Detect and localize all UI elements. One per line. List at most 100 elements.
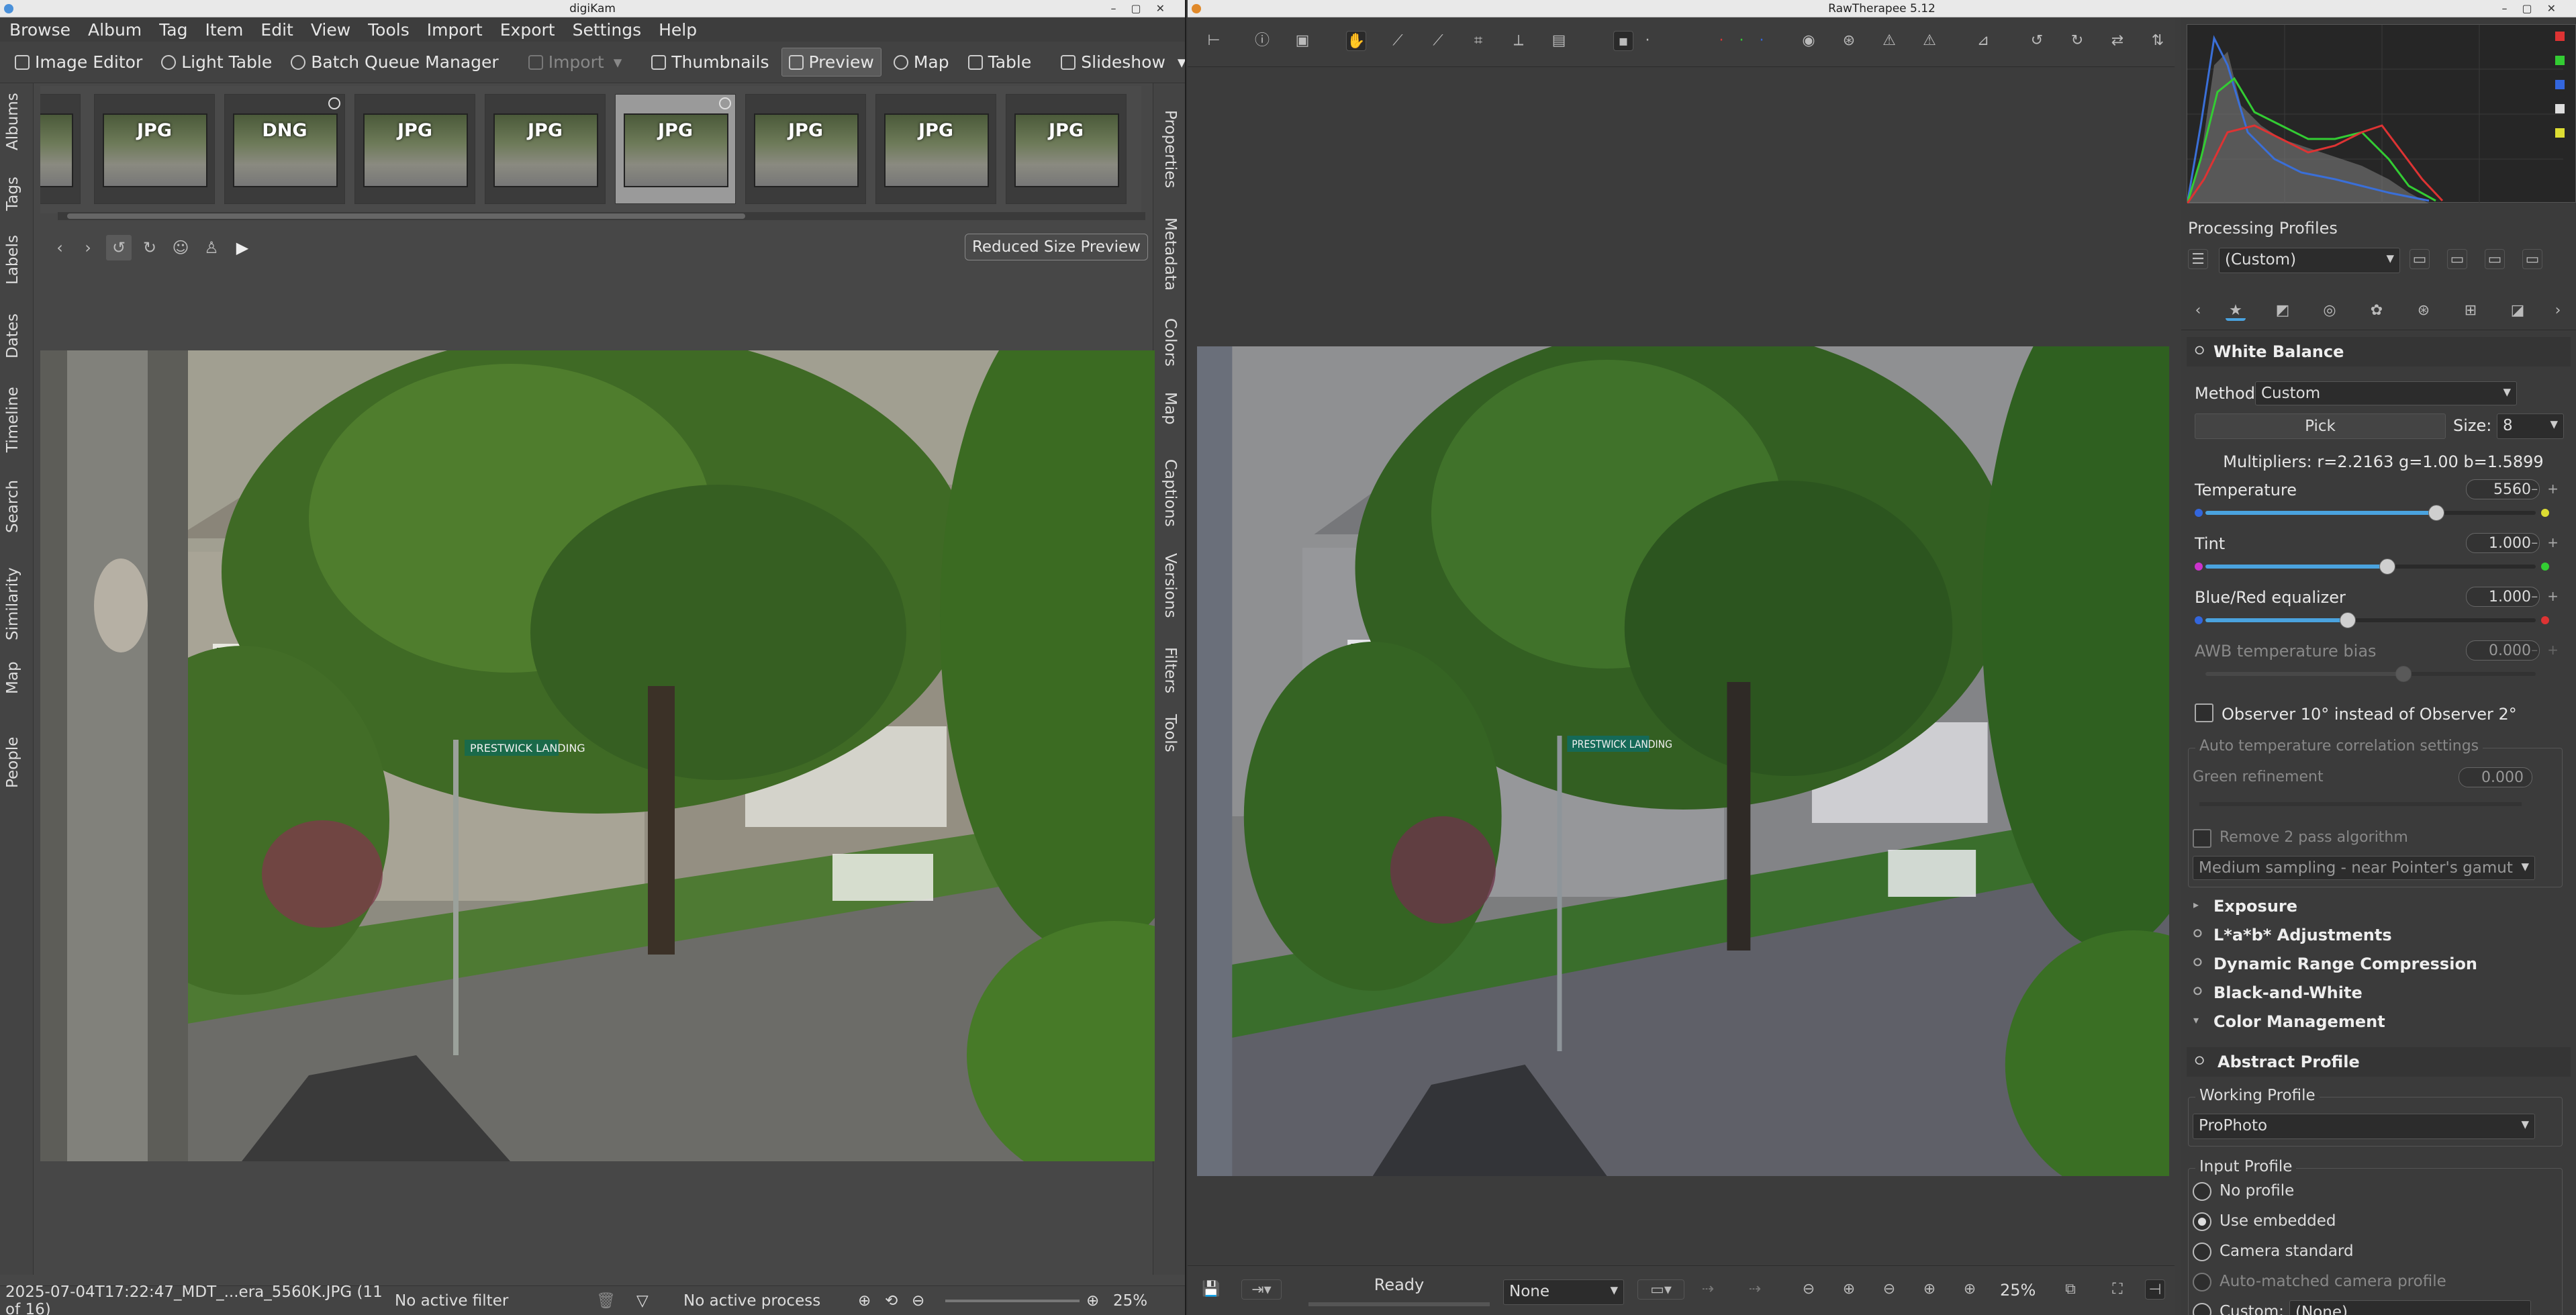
camera-standard-radio[interactable]: [2193, 1243, 2211, 1261]
tab-versions[interactable]: Versions: [1161, 553, 1179, 618]
hide-panel-icon[interactable]: ⊣: [2145, 1279, 2165, 1300]
queue-icon[interactable]: ⇥▾: [1241, 1279, 1282, 1300]
preview-mode-icon[interactable]: ▪: [1613, 31, 1633, 51]
import-button[interactable]: Import ▾: [522, 48, 629, 76]
tab-raw-icon[interactable]: ◪: [2508, 301, 2528, 321]
menu-item[interactable]: Item: [205, 20, 243, 40]
lab-section[interactable]: ⭘ L*a*b* Adjustments: [2187, 926, 2571, 955]
zoom-fit-icon[interactable]: ⊕: [858, 1292, 885, 1310]
thumbnail[interactable]: [40, 94, 81, 204]
focus-mask-icon[interactable]: ◉: [1799, 31, 1819, 51]
tab-dates[interactable]: Dates: [4, 313, 21, 358]
histogram-toggle-icon[interactable]: ⊿: [1973, 31, 1993, 51]
slider-knob[interactable]: [2395, 666, 2412, 682]
zoom-in-icon[interactable]: ⊕: [1086, 1292, 1113, 1310]
thumbnail[interactable]: JPG: [745, 94, 866, 204]
copy-profile-icon[interactable]: ▭: [2485, 249, 2505, 269]
auto-matched-radio[interactable]: [2193, 1273, 2211, 1292]
power-icon[interactable]: ⭘: [2195, 344, 2204, 358]
thumbnail[interactable]: JPG: [1006, 94, 1127, 204]
color-picker-icon[interactable]: ⟋: [1428, 31, 1448, 51]
table-button[interactable]: Table: [961, 48, 1039, 76]
blue-red-stepper[interactable]: –+: [2531, 588, 2568, 604]
green-channel-icon[interactable]: ·: [1731, 31, 1752, 51]
tab-map-right[interactable]: Map: [1161, 392, 1179, 425]
rotate-right-icon[interactable]: ↻: [137, 235, 162, 260]
color-management-section[interactable]: ▾ Color Management: [2187, 1012, 2571, 1041]
green-toggle-icon[interactable]: [2555, 56, 2565, 65]
flip-icon[interactable]: ⇄: [2107, 31, 2128, 51]
thumbnails-button[interactable]: Thumbnails: [645, 48, 775, 76]
fullscreen-icon[interactable]: ⛶: [2107, 1279, 2128, 1300]
info-icon[interactable]: ⓘ: [1252, 31, 1272, 51]
sharpen-mask-icon[interactable]: ⊛: [1839, 31, 1859, 51]
batch-queue-button[interactable]: Batch Queue Manager: [284, 48, 505, 76]
reduced-size-preview-button[interactable]: Reduced Size Preview: [964, 234, 1148, 260]
tab-exposure-icon[interactable]: ◩: [2273, 301, 2293, 321]
blue-red-slider[interactable]: [2205, 612, 2536, 628]
awb-bias-value[interactable]: 0.000: [2466, 640, 2540, 661]
menu-help[interactable]: Help: [659, 20, 697, 40]
save-icon[interactable]: 💾: [1201, 1279, 1221, 1300]
tab-people[interactable]: People: [4, 737, 21, 788]
clip-shadow-icon[interactable]: ⚠: [1879, 31, 1899, 51]
tab-search[interactable]: Search: [4, 480, 21, 533]
thumbnail-selected[interactable]: JPG: [615, 94, 736, 204]
zoom-reset-icon[interactable]: ⟲: [885, 1292, 912, 1310]
thumbnail[interactable]: JPG: [875, 94, 996, 204]
zoom-crop-icon[interactable]: ⊕: [1960, 1279, 1980, 1300]
luminance-toggle-icon[interactable]: [2555, 104, 2565, 113]
trash-icon[interactable]: 🗑: [596, 1292, 636, 1310]
tint-slider[interactable]: [2205, 558, 2536, 575]
thumbnail[interactable]: JPG: [354, 94, 475, 204]
abstract-profile-header[interactable]: ⭘ Abstract Profile: [2187, 1047, 2571, 1077]
zoom-in-icon[interactable]: ⊕: [1839, 1279, 1859, 1300]
previous-icon[interactable]: ‹: [47, 235, 73, 260]
thumbnail[interactable]: JPG: [94, 94, 215, 204]
tab-labels[interactable]: Labels: [4, 235, 21, 285]
tab-transform-icon[interactable]: ⊞: [2461, 301, 2481, 321]
custom-profile-select[interactable]: (None): [2289, 1300, 2531, 1315]
chroma-toggle-icon[interactable]: [2555, 128, 2565, 138]
sampling-select[interactable]: Medium sampling - near Pointer's gamut ▾: [2193, 856, 2535, 880]
custom-radio[interactable]: [2193, 1303, 2211, 1315]
map-button[interactable]: Map: [887, 48, 956, 76]
straighten-icon[interactable]: ⟂: [1509, 31, 1529, 51]
power-icon[interactable]: ⭘: [2193, 956, 2202, 969]
window-controls[interactable]: –▢✕: [2501, 0, 2571, 17]
face-tag-icon[interactable]: ☺: [168, 235, 193, 260]
slider-knob[interactable]: [2379, 558, 2395, 575]
zoom-out-icon[interactable]: ⊖: [1799, 1279, 1819, 1300]
menu-browse[interactable]: Browse: [9, 20, 70, 40]
send-to-editor-icon[interactable]: ⇢: [1698, 1279, 1718, 1300]
add-face-icon[interactable]: ♙: [199, 235, 224, 260]
clip-highlight-icon[interactable]: ⚠: [1919, 31, 1940, 51]
tab-tags[interactable]: Tags: [4, 177, 21, 211]
save-profile-icon[interactable]: ▭: [2447, 249, 2467, 269]
thumbnail[interactable]: JPG: [485, 94, 606, 204]
preview-r-icon[interactable]: ·: [1637, 31, 1658, 51]
hide-filmstrip-icon[interactable]: ⊢: [1204, 31, 1224, 51]
hand-tool-icon[interactable]: ✋: [1346, 31, 1366, 51]
menu-import[interactable]: Import: [427, 20, 483, 40]
power-icon[interactable]: ⭘: [2195, 1054, 2204, 1068]
image-editor-button[interactable]: Image Editor: [8, 48, 149, 76]
use-embedded-radio[interactable]: [2193, 1212, 2211, 1231]
tabs-right-icon[interactable]: ›: [2548, 301, 2568, 321]
thumbnail-scrollbar[interactable]: [58, 212, 1145, 220]
flip-vertical-icon[interactable]: ⇅: [2148, 31, 2168, 51]
zoom-out-icon[interactable]: ⊖: [912, 1292, 939, 1310]
tint-value[interactable]: 1.000: [2466, 533, 2540, 553]
snapshot-select[interactable]: None ▾: [1503, 1279, 1624, 1305]
zoom-slider[interactable]: [945, 1299, 1080, 1302]
wb-pick-button[interactable]: Pick: [2195, 413, 2446, 439]
tab-properties[interactable]: Properties: [1161, 110, 1179, 188]
light-table-button[interactable]: Light Table: [154, 48, 279, 76]
temperature-value[interactable]: 5560: [2466, 479, 2540, 499]
rotate-left-icon[interactable]: ↺: [2027, 31, 2047, 51]
before-after-icon[interactable]: ▣: [1292, 31, 1313, 51]
observer-checkbox[interactable]: [2195, 703, 2213, 722]
perspective-icon[interactable]: ▤: [1549, 31, 1569, 51]
blue-toggle-icon[interactable]: [2555, 80, 2565, 89]
next-icon[interactable]: ›: [75, 235, 101, 260]
